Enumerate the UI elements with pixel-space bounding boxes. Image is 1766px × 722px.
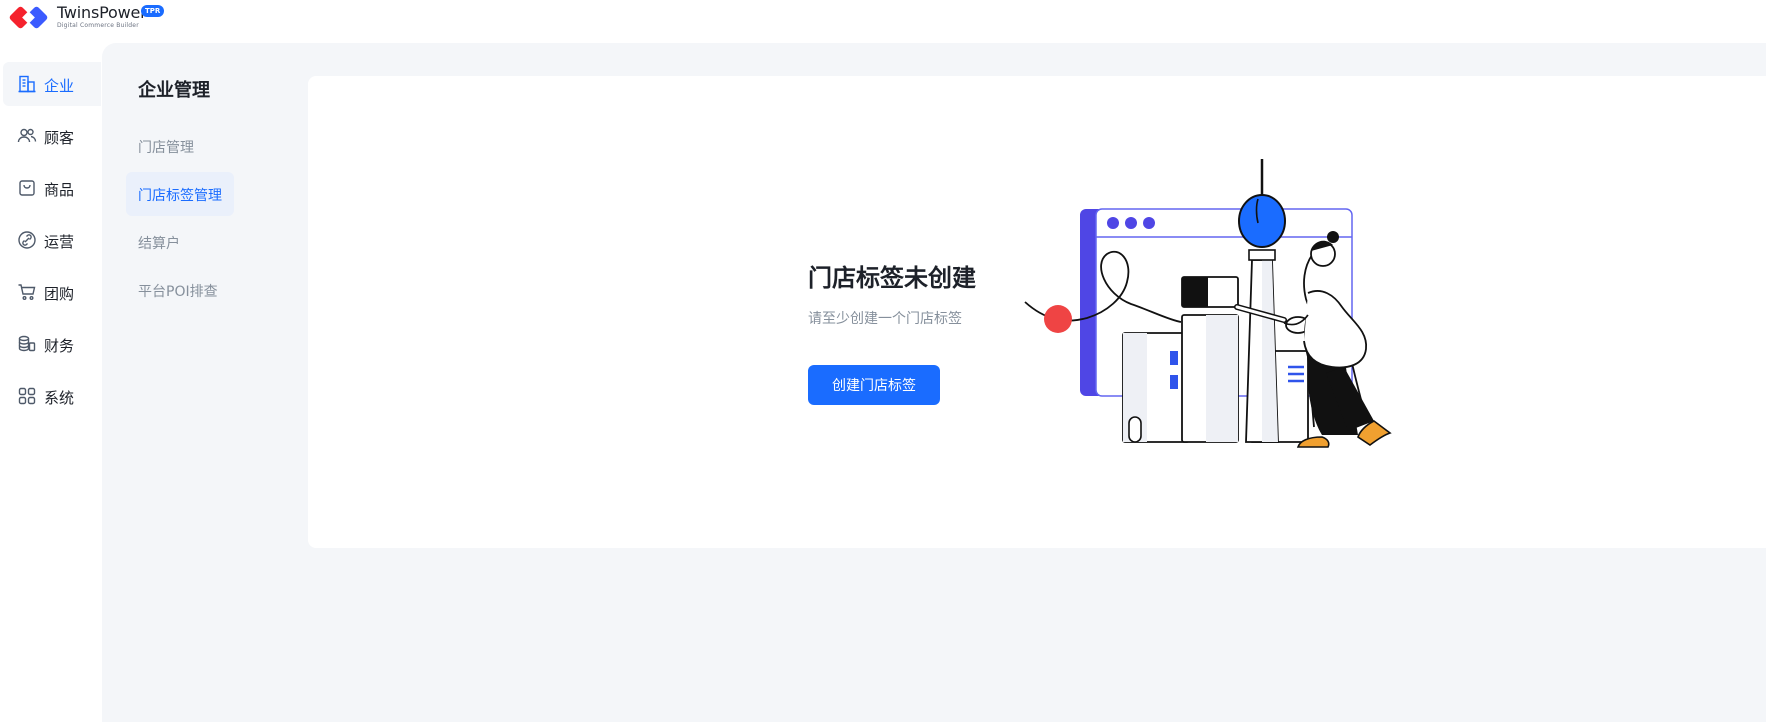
grid-icon	[18, 387, 36, 405]
brand-name: TwinsPower	[57, 3, 147, 22]
nav-item-system[interactable]: 系统	[3, 374, 101, 418]
subnav-item-label: 门店管理	[138, 140, 194, 156]
subnav-title: 企业管理	[138, 80, 210, 101]
nav-item-label: 企业	[44, 77, 75, 95]
create-store-tag-button[interactable]: 创建门店标签	[808, 365, 940, 405]
brand-badge: TPR	[141, 5, 165, 17]
empty-state-description: 请至少创建一个门店标签	[808, 311, 962, 327]
nav-item-label: 顾客	[44, 129, 75, 147]
nav-item-finance[interactable]: 财务	[3, 322, 101, 366]
empty-state-title: 门店标签未创建	[808, 264, 976, 292]
brand: TwinsPower TPR Digital Commerce Builder	[57, 3, 165, 30]
users-icon	[17, 128, 37, 143]
twinspower-logo-icon[interactable]	[9, 2, 53, 34]
nav-item-products[interactable]: 商品	[3, 166, 101, 210]
building-icon	[18, 75, 36, 93]
nav-item-customers[interactable]: 顾客	[3, 114, 101, 158]
nav-item-label: 团购	[44, 285, 75, 303]
primary-nav: 企业 顾客 商品 运营 团购 财务 系统	[0, 62, 102, 426]
nav-item-group-buy[interactable]: 团购	[3, 270, 101, 314]
nav-item-operations[interactable]: 运营	[3, 218, 101, 262]
secondary-nav: 企业管理 门店管理 门店标签管理 结算户 平台POI排查	[126, 76, 246, 312]
bag-icon	[19, 180, 35, 196]
nav-item-label: 运营	[44, 233, 75, 251]
subnav-item-label: 门店标签管理	[138, 188, 222, 204]
subnav-item-store-management[interactable]: 门店管理	[126, 124, 234, 168]
coins-icon	[18, 335, 36, 352]
brand-tagline: Digital Commerce Builder	[57, 22, 139, 29]
subnav-item-settlement-account[interactable]: 结算户	[126, 220, 234, 264]
top-bar: TwinsPower TPR Digital Commerce Builder	[0, 0, 1766, 42]
link-icon	[18, 231, 36, 249]
subnav-item-label: 结算户	[138, 236, 180, 252]
empty-state-illustration	[1024, 159, 1392, 448]
nav-item-enterprise[interactable]: 企业	[3, 62, 101, 106]
subnav-item-platform-poi-check[interactable]: 平台POI排查	[126, 268, 234, 312]
nav-item-label: 财务	[44, 337, 75, 355]
nav-item-label: 商品	[44, 181, 75, 199]
cart-icon	[18, 284, 36, 300]
nav-item-label: 系统	[44, 389, 75, 407]
subnav-item-label: 平台POI排查	[138, 284, 218, 300]
subnav-item-store-tag-management[interactable]: 门店标签管理	[126, 172, 234, 216]
